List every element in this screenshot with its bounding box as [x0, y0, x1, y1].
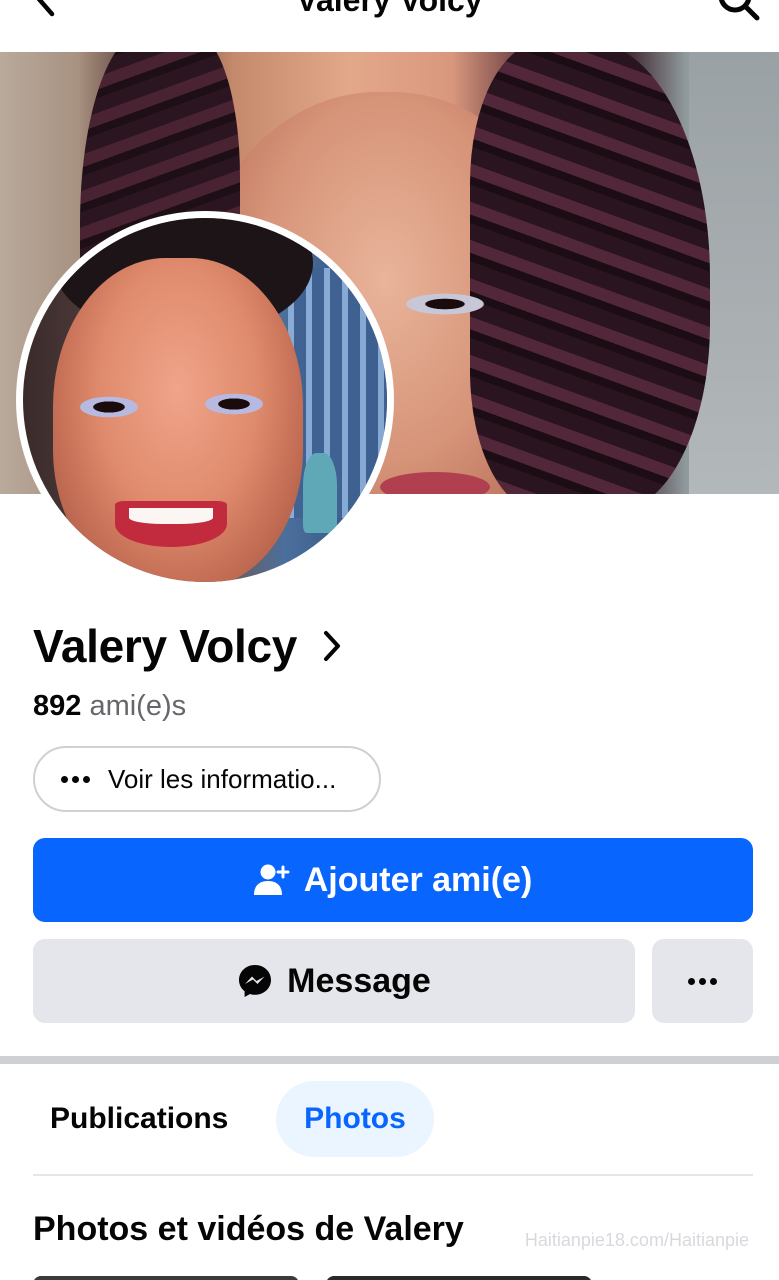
- top-bar: Valery Volcy: [0, 0, 779, 52]
- photos-section-title: Photos et vidéos de Valery: [33, 1210, 464, 1248]
- tabs-divider: [33, 1174, 753, 1176]
- watermark: Haitianpie18.com/Haitianpie: [524, 1230, 749, 1250]
- friend-count[interactable]: 892 ami(e)s: [33, 688, 186, 724]
- tab-photos[interactable]: Photos: [276, 1081, 434, 1157]
- more-dots-icon: [688, 977, 717, 985]
- message-label: Message: [287, 961, 431, 1000]
- friend-count-number: 892: [33, 690, 82, 722]
- search-icon[interactable]: [717, 0, 761, 22]
- see-info-button[interactable]: Voir les informatio...: [33, 746, 381, 812]
- add-friend-icon: [253, 864, 290, 895]
- photo-thumbnail[interactable]: [326, 1276, 592, 1280]
- chevron-right-icon: [324, 631, 341, 661]
- friend-count-label: ami(e)s: [89, 690, 187, 722]
- more-options-button[interactable]: [652, 939, 753, 1023]
- photo-thumbnail[interactable]: [33, 1276, 299, 1280]
- message-button[interactable]: Message: [33, 939, 635, 1023]
- tab-publications[interactable]: Publications: [50, 1081, 228, 1157]
- add-friend-button[interactable]: Ajouter ami(e): [33, 838, 753, 922]
- profile-name-link[interactable]: Valery Volcy: [33, 620, 343, 672]
- page-title: Valery Volcy: [296, 0, 483, 18]
- see-info-label: Voir les informatio...: [108, 763, 337, 794]
- more-dots-icon: [61, 775, 90, 783]
- profile-name: Valery Volcy: [33, 620, 298, 672]
- add-friend-label: Ajouter ami(e): [303, 860, 533, 899]
- messenger-icon: [239, 965, 272, 997]
- profile-picture[interactable]: [16, 211, 394, 589]
- section-divider: [0, 1056, 779, 1064]
